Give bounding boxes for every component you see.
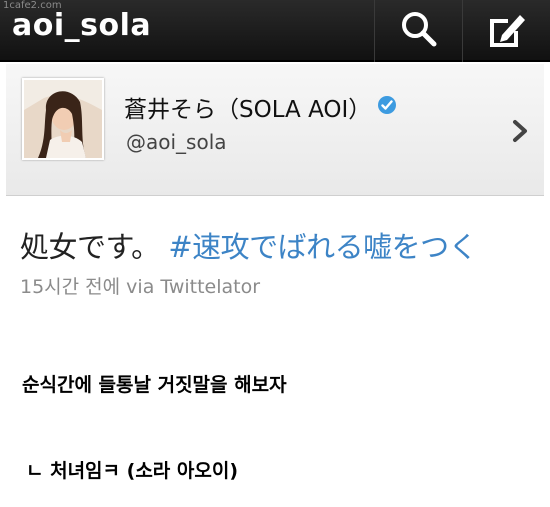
tweet-text: 処女です。 #速攻でばれる嘘をつく — [20, 224, 478, 266]
top-app-bar: 1cafe2.com aoi_sola — [0, 0, 550, 62]
display-name-text: 蒼井そら（SOLA AOI） — [124, 97, 372, 123]
hashtag-link[interactable]: #速攻でばれる嘘をつく — [168, 230, 477, 264]
caption-line-1: 순식간에 들통날 거짓말을 해보자 — [22, 374, 287, 396]
caption-line-2: ㄴ 처녀임ㅋ (소라 아오이) — [26, 460, 239, 482]
chevron-right-icon[interactable] — [509, 118, 531, 148]
compose-icon — [486, 9, 528, 53]
app-title: aoi_sola — [12, 8, 152, 43]
tweet-meta: 15시간 전에 via Twittelator — [20, 276, 261, 298]
display-name: 蒼井そら（SOLA AOI） — [124, 90, 397, 124]
search-icon — [399, 9, 439, 53]
profile-header[interactable]: 蒼井そら（SOLA AOI） @aoi_sola — [6, 64, 544, 196]
tweet[interactable]: 処女です。 #速攻でばれる嘘をつく 15시간 전에 via Twittelato… — [6, 196, 544, 302]
tweet-body: 処女です。 — [20, 230, 160, 264]
compose-button[interactable] — [462, 0, 550, 62]
username-handle: @aoi_sola — [126, 130, 227, 154]
search-button[interactable] — [374, 0, 462, 62]
avatar[interactable] — [22, 78, 104, 160]
verified-badge-icon — [377, 95, 397, 121]
